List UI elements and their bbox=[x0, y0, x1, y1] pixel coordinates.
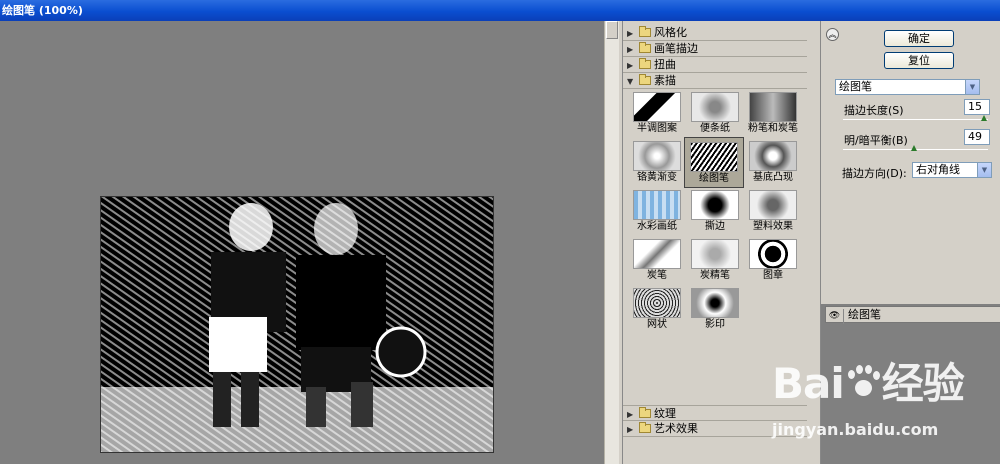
filter-label: 塑料效果 bbox=[753, 221, 793, 232]
collapse-gallery-icon[interactable]: ︽ bbox=[826, 28, 839, 41]
expand-arrow-icon: ▶ bbox=[627, 425, 634, 434]
folder-open-icon bbox=[639, 74, 651, 85]
filter-label: 半调图案 bbox=[637, 123, 677, 134]
category-label: 艺术效果 bbox=[654, 422, 698, 435]
watermark: Bai 经验 jingyan.baidu.com bbox=[772, 350, 1000, 455]
filter-thumb-plaster[interactable]: 塑料效果 bbox=[744, 190, 802, 235]
stroke-length-input[interactable]: 15 bbox=[964, 99, 990, 115]
filter-label: 影印 bbox=[705, 319, 725, 330]
expand-arrow-icon: ▶ bbox=[627, 45, 634, 54]
effect-layer-name: 绘图笔 bbox=[848, 308, 881, 321]
filter-thumb-chalk-charcoal[interactable]: 粉笔和炭笔 bbox=[744, 92, 802, 137]
chevron-down-icon: ▼ bbox=[977, 163, 991, 177]
filter-thumb-bas-relief[interactable]: 基底凸现 bbox=[744, 141, 802, 186]
category-sketch[interactable]: ▼ 素描 bbox=[623, 73, 807, 89]
filter-select[interactable]: 绘图笔 ▼ bbox=[835, 79, 980, 95]
filter-thumb-torn-edges[interactable]: 撕边 bbox=[686, 190, 744, 235]
thumbnail-image bbox=[749, 141, 797, 171]
thumbnail-image bbox=[633, 141, 681, 171]
thumbnail-image bbox=[749, 190, 797, 220]
thumbnail-image bbox=[749, 239, 797, 269]
filter-label: 图章 bbox=[763, 270, 783, 281]
stroke-direction-value: 右对角线 bbox=[916, 163, 960, 176]
preview-image bbox=[100, 196, 494, 453]
stroke-direction-label: 描边方向(D): bbox=[842, 167, 907, 180]
filter-label: 撕边 bbox=[705, 221, 725, 232]
filter-label: 粉笔和炭笔 bbox=[748, 123, 798, 134]
watermark-url: jingyan.baidu.com bbox=[772, 420, 939, 439]
folder-icon bbox=[639, 26, 651, 37]
logo-text-right: 经验 bbox=[881, 359, 965, 408]
filter-select-value: 绘图笔 bbox=[839, 80, 872, 93]
window-title-bar: 绘图笔 (100%) bbox=[0, 0, 1000, 21]
filter-label: 水彩画纸 bbox=[637, 221, 677, 232]
filter-label: 铬黄渐变 bbox=[637, 172, 677, 183]
expand-arrow-icon: ▶ bbox=[627, 61, 634, 70]
filter-label: 炭笔 bbox=[647, 270, 667, 281]
filter-label: 炭精笔 bbox=[700, 270, 730, 281]
filter-thumb-conte-crayon[interactable]: 炭精笔 bbox=[686, 239, 744, 284]
filter-label: 绘图笔 bbox=[699, 173, 729, 184]
baidu-jingyan-logo: Bai 经验 bbox=[772, 350, 965, 411]
folder-icon bbox=[639, 422, 651, 433]
thumbnail-image bbox=[691, 288, 739, 318]
eye-icon[interactable]: 👁 bbox=[826, 309, 844, 324]
chevron-down-icon: ▼ bbox=[965, 80, 979, 94]
thumbnail-image bbox=[691, 190, 739, 220]
reset-button[interactable]: 复位 bbox=[884, 52, 954, 69]
filter-thumbnails: 半调图案 便条纸 粉笔和炭笔 铬黄渐变 绘图笔 基底凸现 水彩画纸 撕边 塑料效… bbox=[623, 89, 807, 344]
filter-thumb-charcoal[interactable]: 炭笔 bbox=[628, 239, 686, 284]
folder-icon bbox=[639, 42, 651, 53]
filter-thumb-note-paper[interactable]: 便条纸 bbox=[686, 92, 744, 137]
thumbnail-image bbox=[691, 92, 739, 122]
stroke-length-slider-knob[interactable] bbox=[980, 115, 987, 121]
balance-slider-knob[interactable] bbox=[911, 145, 918, 151]
balance-label: 明/暗平衡(B) bbox=[844, 134, 908, 147]
folder-icon bbox=[639, 407, 651, 418]
filter-thumb-graphic-pen[interactable]: 绘图笔 bbox=[684, 137, 744, 188]
filter-thumb-water-paper[interactable]: 水彩画纸 bbox=[628, 190, 686, 235]
thumbnail-image bbox=[691, 239, 739, 269]
stroke-length-slider-track[interactable] bbox=[843, 119, 988, 120]
preview-area[interactable] bbox=[0, 21, 617, 464]
filter-thumb-chrome[interactable]: 铬黄渐变 bbox=[628, 141, 686, 186]
thumbnail-image bbox=[633, 288, 681, 318]
category-label: 素描 bbox=[654, 74, 676, 87]
thumbnail-image bbox=[633, 190, 681, 220]
filter-settings-panel: ︽ 确定 复位 绘图笔 ▼ 描边长度(S) 15 明/暗平衡(B) 49 描边方… bbox=[820, 21, 1000, 304]
filter-label: 便条纸 bbox=[700, 123, 730, 134]
collapse-arrow-icon: ▼ bbox=[627, 77, 634, 86]
scrollbar-thumb[interactable] bbox=[606, 21, 618, 39]
filter-thumb-photocopy[interactable]: 影印 bbox=[686, 288, 744, 333]
category-stylize[interactable]: ▶ 风格化 bbox=[623, 25, 807, 41]
category-distort[interactable]: ▶ 扭曲 bbox=[623, 57, 807, 73]
paw-icon bbox=[844, 364, 882, 402]
window-title: 绘图笔 (100%) bbox=[2, 4, 83, 17]
thumbnail-image bbox=[749, 92, 797, 122]
preview-vertical-scrollbar[interactable] bbox=[604, 21, 619, 464]
expand-arrow-icon: ▶ bbox=[627, 29, 634, 38]
category-label: 风格化 bbox=[654, 26, 687, 39]
filter-label: 基底凸现 bbox=[753, 172, 793, 183]
category-label: 扭曲 bbox=[654, 58, 676, 71]
category-label: 纹理 bbox=[654, 407, 676, 420]
ok-button[interactable]: 确定 bbox=[884, 30, 954, 47]
thumbnail-image bbox=[633, 239, 681, 269]
category-brush-strokes[interactable]: ▶ 画笔描边 bbox=[623, 41, 807, 57]
filter-thumb-halftone[interactable]: 半调图案 bbox=[628, 92, 686, 137]
category-label: 画笔描边 bbox=[654, 42, 698, 55]
filter-thumb-stamp[interactable]: 图章 bbox=[744, 239, 802, 284]
balance-input[interactable]: 49 bbox=[964, 129, 990, 145]
stroke-direction-select[interactable]: 右对角线 ▼ bbox=[912, 162, 992, 178]
effect-layer-row[interactable]: 👁 绘图笔 bbox=[825, 306, 1000, 324]
filter-label: 网状 bbox=[647, 319, 667, 330]
logo-text-left: Bai bbox=[772, 359, 845, 408]
folder-icon bbox=[639, 58, 651, 69]
stroke-length-label: 描边长度(S) bbox=[844, 104, 904, 117]
filter-thumb-reticulation[interactable]: 网状 bbox=[628, 288, 686, 333]
thumbnail-image bbox=[633, 92, 681, 122]
thumbnail-image bbox=[690, 142, 738, 172]
